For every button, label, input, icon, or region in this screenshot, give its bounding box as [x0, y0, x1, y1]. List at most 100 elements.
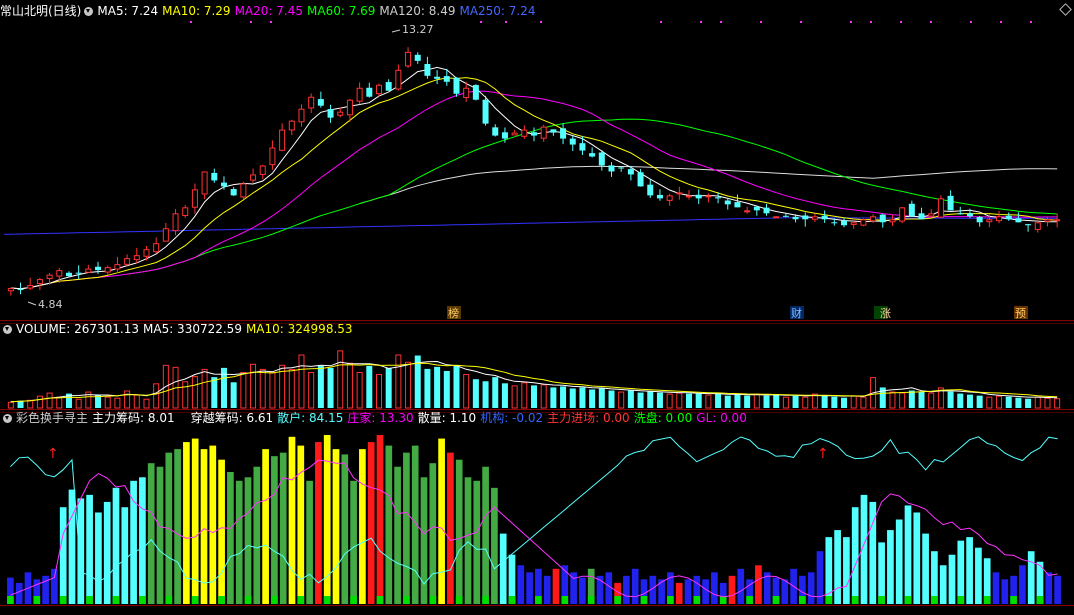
- volume-bar-up: [124, 390, 131, 409]
- marker-zhang[interactable]: 涨: [880, 307, 891, 320]
- volume-bar-up: [250, 363, 257, 409]
- ma60-readout: MA60: 7.69: [307, 4, 376, 18]
- indicator-bar: [147, 463, 155, 604]
- volume-bar-down: [821, 395, 828, 408]
- candle-up: [162, 228, 169, 242]
- indicator-base: [7, 596, 14, 604]
- indicator-header: 彩色换手寻主 主力筹码: 8.01 穿越筹码: 6.61 散户: 84.15 庄家: 1…: [0, 411, 751, 425]
- candle-up: [705, 195, 712, 198]
- volume-bar-up: [191, 376, 198, 409]
- candle-down: [734, 202, 741, 208]
- zhuli-readout: 主力筹码: 8.01: [92, 411, 175, 425]
- candle-up: [143, 249, 150, 257]
- indicator-bar: [473, 480, 481, 604]
- volume-bar-up: [860, 396, 867, 409]
- indicator-bar: [209, 445, 217, 604]
- indicator-bar: [288, 436, 296, 604]
- signal-dot: [700, 21, 702, 23]
- indicator-base: [1036, 596, 1044, 604]
- indicator-bar: [684, 579, 692, 604]
- marker-bang[interactable]: 榜: [448, 306, 459, 320]
- candle-up: [279, 129, 286, 151]
- volume-bar-down: [724, 395, 731, 408]
- candle-down: [918, 213, 925, 220]
- volume-bar-up: [104, 396, 111, 409]
- signal-dot: [970, 21, 972, 23]
- candle-down: [908, 203, 915, 217]
- indicator-bar: [887, 530, 894, 604]
- volume-bar-up: [899, 392, 906, 409]
- candle-down: [831, 222, 838, 224]
- candle-down: [550, 129, 557, 133]
- candle-up: [133, 255, 140, 261]
- indicator-bar: [420, 477, 428, 604]
- indicator-bar: [139, 477, 146, 604]
- indicator-bar: [464, 477, 472, 604]
- indicator-bar: [77, 498, 85, 604]
- price-header: 常山北明(日线) MA5: 7.24 MA10: 7.29 MA20: 7.45 MA6…: [0, 4, 540, 18]
- candle-down: [327, 109, 334, 118]
- indicator-bar: [1054, 575, 1061, 604]
- volume-bar-up: [395, 354, 402, 409]
- candle-down: [656, 194, 663, 199]
- indicator-bar: [1027, 551, 1035, 604]
- candle-up: [124, 258, 131, 265]
- volume-bar-down: [230, 382, 237, 408]
- volume-bar-down: [715, 393, 722, 408]
- indicator-bar: [570, 572, 577, 604]
- volume-bar-up: [259, 368, 266, 409]
- signal-dot: [800, 21, 802, 23]
- candle-down: [17, 289, 24, 291]
- volume-bar-down: [424, 368, 431, 408]
- volume-bar-up: [996, 395, 1003, 409]
- candle-down: [95, 266, 102, 271]
- volume-bar-up: [463, 374, 470, 409]
- signal-dot: [720, 21, 722, 23]
- volume-bar-down: [327, 367, 334, 408]
- indicator-bar: [966, 537, 973, 604]
- stock-chart[interactable]: 13.27 4.84 榜 财 涨 预 ↑ ↑: [0, 0, 1074, 615]
- candle-up: [259, 165, 266, 176]
- indicator-base: [535, 596, 542, 604]
- volume-bar-up: [36, 395, 43, 409]
- volume-bar-up: [46, 392, 53, 409]
- candle-down: [1015, 218, 1022, 223]
- indicator-bar: [579, 577, 586, 604]
- stock-title[interactable]: 常山北明(日线): [0, 4, 81, 18]
- candle-down: [501, 132, 508, 139]
- signal-dot: [870, 21, 872, 23]
- candle-up: [356, 87, 363, 102]
- indicator-bar: [218, 459, 225, 604]
- indicator-bar: [332, 449, 340, 604]
- marker-yu[interactable]: 预: [1015, 307, 1026, 320]
- volume-bar-down: [627, 390, 634, 408]
- signal-dot: [900, 21, 902, 23]
- dropdown-icon[interactable]: [84, 7, 94, 16]
- volume-bar-down: [734, 394, 741, 408]
- volume-bar-down: [1015, 397, 1022, 408]
- indicator-bar: [851, 507, 859, 604]
- indicator-dropdown-icon[interactable]: [3, 414, 12, 423]
- indicator-bar: [244, 477, 252, 604]
- volume-ma10-readout: MA10: 324998.53: [245, 322, 353, 336]
- volume-bar-up: [298, 354, 305, 409]
- volume-bar-down: [550, 387, 557, 408]
- volume-bar-down: [831, 396, 838, 408]
- volume-bar-up: [753, 393, 760, 409]
- candle-up: [27, 285, 34, 289]
- signal-dot: [930, 21, 932, 23]
- candle-up: [870, 216, 877, 222]
- volume-bar-up: [308, 372, 315, 409]
- marker-cai[interactable]: 财: [791, 306, 802, 320]
- indicator-bar: [227, 472, 234, 604]
- volume-dropdown-icon[interactable]: [3, 325, 12, 334]
- indicator-name[interactable]: 彩色换手寻主: [16, 411, 88, 425]
- indicator-bar: [939, 565, 947, 604]
- candle-down: [802, 215, 809, 220]
- indicator-base: [244, 596, 252, 604]
- ma250-readout: MA250: 7.24: [459, 4, 536, 18]
- candle-down: [453, 77, 460, 94]
- indicator-base: [297, 596, 305, 604]
- candle-down: [424, 63, 431, 76]
- indicator-bar: [253, 466, 261, 604]
